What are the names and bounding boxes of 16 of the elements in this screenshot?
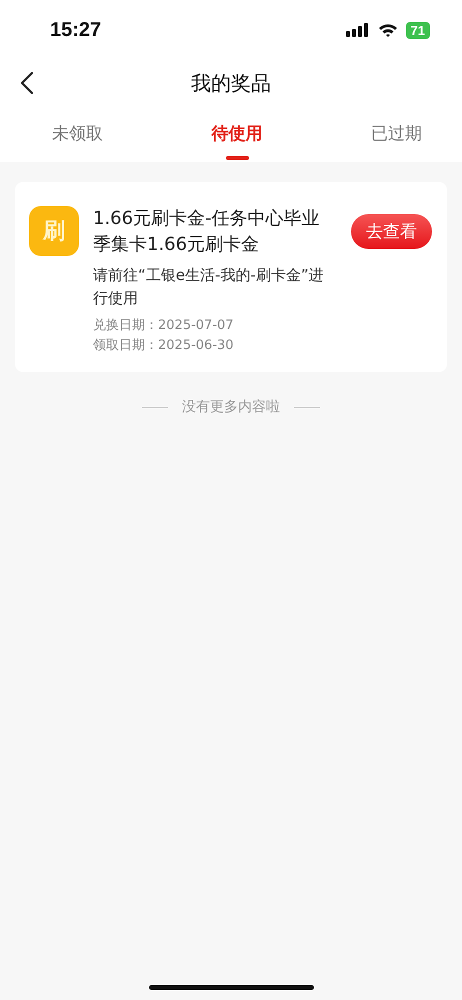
prize-title: 1.66元刷卡金-任务中心毕业季集卡1.66元刷卡金 (93, 207, 321, 257)
status-time: 15:27 (50, 18, 102, 42)
tab[interactable]: 已过期 (339, 106, 454, 162)
back-icon[interactable] (20, 71, 34, 95)
signal-icon (346, 23, 370, 37)
tab[interactable]: 待使用 (180, 106, 294, 162)
prize-description: 请前往“工银e生活-我的-刷卡金”进行使用 (93, 265, 325, 309)
date-text: 领取日期：2025-06-30 (93, 337, 235, 355)
date-text: 兑换日期：2025-07-07 (93, 317, 235, 335)
page-title: 我的奖品 (191, 70, 271, 96)
wifi-icon (378, 23, 398, 37)
end-of-list-text: 没有更多内容啦 (182, 398, 280, 416)
battery-level: 71 (406, 22, 430, 38)
card-logo-icon: 刷 (29, 206, 79, 256)
view-button[interactable]: 去查看 (351, 214, 432, 249)
tab[interactable]: 未领取 (20, 106, 135, 162)
